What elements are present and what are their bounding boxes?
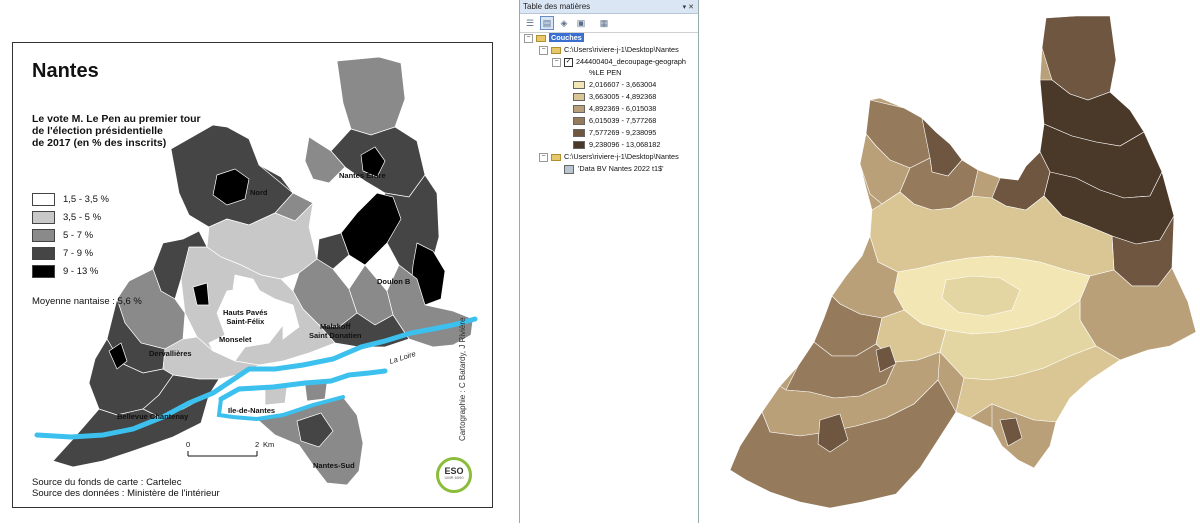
legend-item: 5 - 7 % — [32, 226, 109, 244]
table-of-contents-panel: Table des matières ▾ ✕ ☰ ▤ ◈ ▣ ▦ − Couche… — [519, 0, 699, 523]
class-row[interactable]: 6,015039 - 7,577268 — [573, 116, 656, 126]
logo-subtext: UMR 6590 — [444, 475, 464, 480]
toc-title-bar: Table des matières ▾ ✕ — [520, 0, 698, 14]
class-row[interactable]: 4,892369 - 6,015038 — [573, 104, 656, 114]
table-name[interactable]: 'Data BV Nantes 2022 t1$' — [578, 164, 664, 173]
class-swatch — [573, 81, 585, 90]
class-row[interactable]: 9,238096 - 13,068182 — [573, 140, 660, 150]
map-legend: 1,5 - 3,5 % 3,5 - 5 % 5 - 7 % 7 - 9 % 9 … — [32, 190, 109, 280]
toc-window-buttons[interactable]: ▾ ✕ — [683, 1, 694, 14]
collapse-icon[interactable]: − — [552, 57, 561, 67]
legend-label: 3,5 - 5 % — [63, 211, 102, 223]
legend-item: 1,5 - 3,5 % — [32, 190, 109, 208]
tree-folder-2[interactable]: − C:\Users\riviere-j-1\Desktop\Nantes — [539, 152, 679, 162]
legend-swatch — [32, 192, 55, 206]
class-swatch — [573, 117, 585, 126]
polling-area — [304, 382, 328, 402]
mean-value-note: Moyenne nantaise : 5,6 % — [32, 296, 142, 307]
folder-path[interactable]: C:\Users\riviere-j-1\Desktop\Nantes — [564, 152, 679, 161]
district-label-bellevue: Bellevue Chantenay — [117, 412, 189, 421]
class-label: 7,577269 - 9,238095 — [589, 128, 657, 137]
scale-end-label: 2 — [255, 440, 260, 449]
folder-icon — [551, 153, 561, 161]
scale-unit-label: Km — [263, 440, 275, 449]
class-label: 6,015039 - 7,577268 — [589, 116, 657, 125]
table-icon — [564, 164, 574, 174]
collapse-icon[interactable]: − — [539, 45, 548, 55]
class-swatch — [573, 141, 585, 150]
class-row[interactable]: 2,016607 - 3,663004 — [573, 80, 656, 90]
tree-table[interactable]: 'Data BV Nantes 2022 t1$' — [564, 164, 664, 174]
legend-label: 7 - 9 % — [63, 247, 94, 259]
legend-swatch — [32, 210, 55, 224]
list-by-source-icon[interactable]: ▤ — [540, 16, 554, 30]
class-label: 4,892369 - 6,015038 — [589, 104, 657, 113]
cartography-credit: Cartographie : C Batardy, J Rivière — [458, 317, 467, 441]
class-swatch — [573, 93, 585, 102]
right-choropleth[interactable] — [700, 0, 1200, 523]
district-label-ile-de-nantes: Ile-de-Nantes — [228, 406, 276, 415]
toc-toolbar: ☰ ▤ ◈ ▣ ▦ — [520, 14, 698, 33]
collapse-icon[interactable]: − — [524, 33, 533, 43]
legend-swatch — [32, 246, 55, 260]
class-label: 9,238096 - 13,068182 — [589, 140, 661, 149]
legend-label: 9 - 13 % — [63, 265, 99, 277]
layer-name[interactable]: 244400404_decoupage-geograph — [576, 57, 686, 66]
folder-path[interactable]: C:\Users\riviere-j-1\Desktop\Nantes — [564, 45, 679, 54]
layer-visibility-checkbox[interactable]: ✓ — [564, 57, 573, 67]
tree-root[interactable]: − Couches — [524, 33, 584, 43]
folder-icon — [551, 46, 561, 54]
class-swatch — [573, 129, 585, 138]
district-label-hauts-paves: Hauts Pavés Saint-Félix — [223, 308, 268, 326]
source-basemap: Source du fonds de carte : Cartelec — [32, 477, 182, 488]
district-label-nantes-sud: Nantes-Sud — [313, 461, 355, 470]
list-by-visibility-icon[interactable]: ◈ — [557, 16, 571, 30]
class-row[interactable]: 7,577269 - 9,238095 — [573, 128, 656, 138]
polling-area — [340, 192, 402, 266]
district-label-nantes-erdre: Nantes Erdre — [339, 171, 386, 180]
source-data: Source des données : Ministère de l'inté… — [32, 488, 220, 499]
class-label: 3,663005 - 4,892368 — [589, 92, 657, 101]
list-by-drawing-order-icon[interactable]: ☰ — [523, 16, 537, 30]
map-subtitle: Le vote M. Le Pen au premier tour de l'é… — [32, 113, 201, 149]
district-label-malakoff: Malakoff Saint Donatien — [309, 322, 362, 340]
district-label-monselet: Monselet — [219, 335, 252, 344]
class-row[interactable]: 3,663005 - 4,892368 — [573, 92, 656, 102]
legend-swatch — [32, 228, 55, 242]
legend-label: 5 - 7 % — [63, 229, 94, 241]
legend-swatch — [32, 264, 55, 278]
tree-folder-1[interactable]: − C:\Users\riviere-j-1\Desktop\Nantes — [539, 45, 679, 55]
options-icon[interactable]: ▦ — [597, 16, 611, 30]
legend-label: 1,5 - 3,5 % — [63, 193, 109, 205]
arcmap-data-view[interactable] — [700, 0, 1200, 523]
legend-item: 7 - 9 % — [32, 244, 109, 262]
legend-item: 3,5 - 5 % — [32, 208, 109, 226]
class-label: 2,016607 - 3,663004 — [589, 80, 657, 89]
district-label-doulon: Doulon B — [377, 277, 411, 286]
field-name: %LE PEN — [589, 68, 622, 77]
district-label-dervallieres: Dervallières — [149, 349, 192, 358]
district-label-nord: Nord — [250, 188, 268, 197]
eso-logo: ESO UMR 6590 — [436, 457, 472, 493]
tree-layer[interactable]: − ✓ 244400404_decoupage-geograph — [552, 57, 686, 67]
polling-area — [336, 56, 406, 136]
list-by-selection-icon[interactable]: ▣ — [574, 16, 588, 30]
toc-title: Table des matières — [523, 2, 591, 11]
collapse-icon[interactable]: − — [539, 152, 548, 162]
printed-map-layout: Nantes Le vote M. Le Pen au premier tour… — [12, 42, 493, 508]
map-title: Nantes — [32, 60, 99, 82]
scale-start-label: 0 — [186, 440, 191, 449]
tree-root-label[interactable]: Couches — [549, 33, 584, 42]
layers-icon — [536, 34, 546, 42]
class-swatch — [573, 105, 585, 114]
legend-item: 9 - 13 % — [32, 262, 109, 280]
